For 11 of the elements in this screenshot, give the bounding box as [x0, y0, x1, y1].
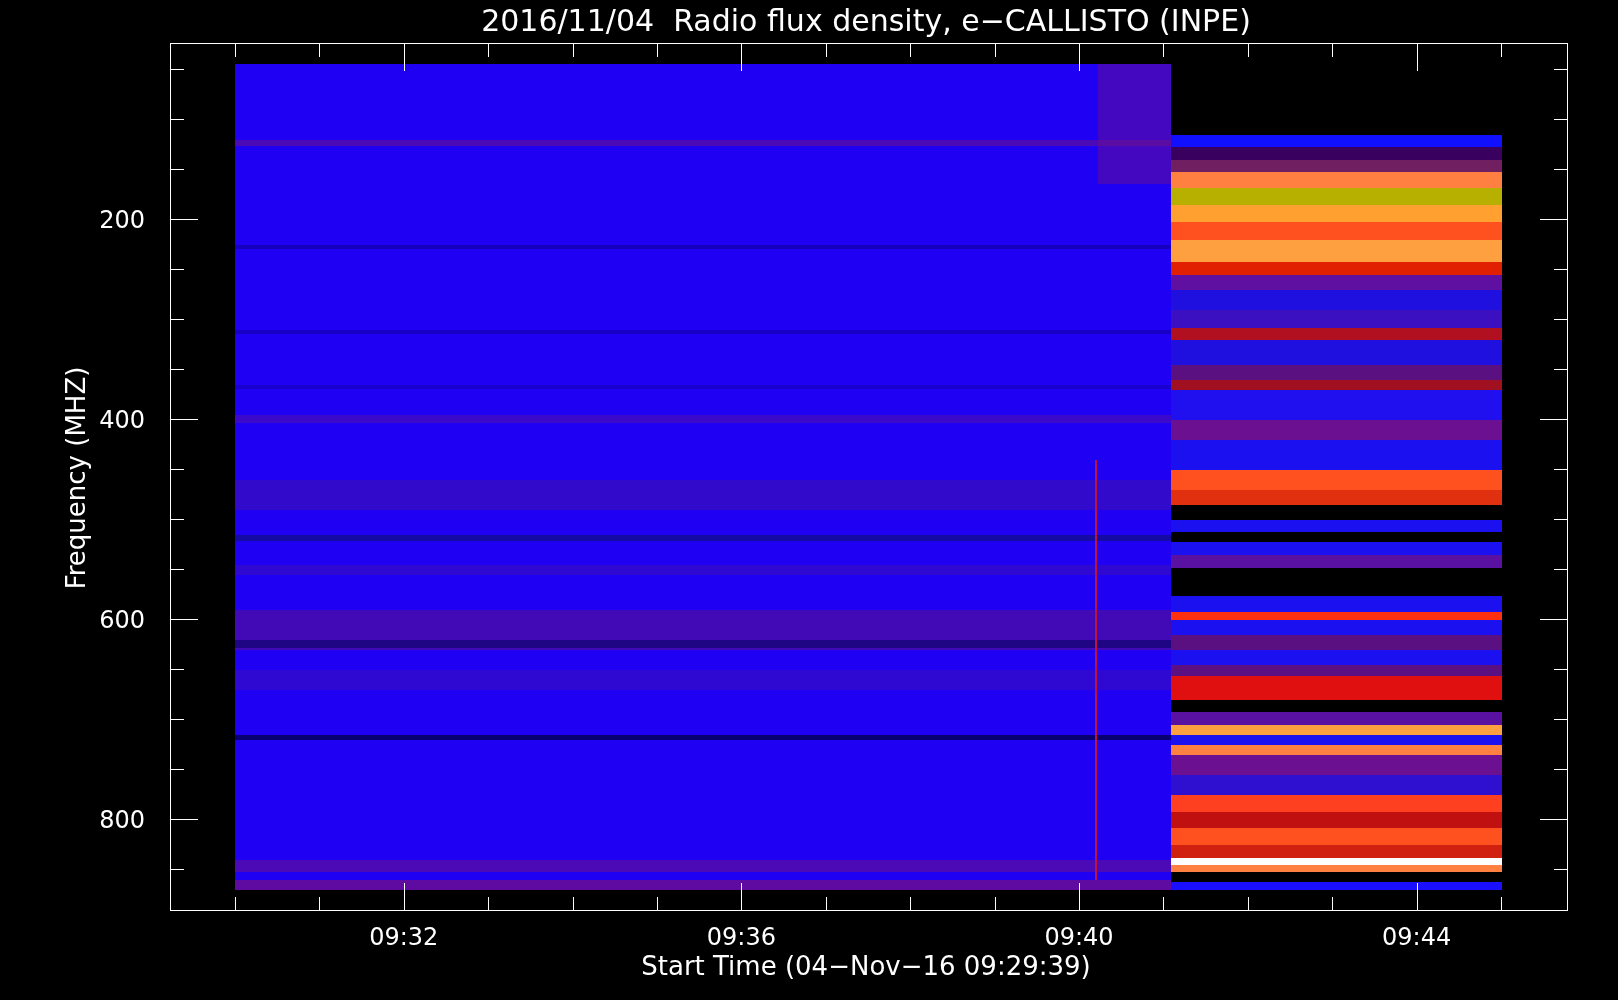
- x-axis-label: 09:32: [369, 923, 439, 951]
- x-axis-label: 09:40: [1044, 923, 1114, 951]
- y-axis-label: 400: [99, 406, 145, 434]
- y-axis-label: 200: [99, 206, 145, 234]
- x-axis-title: Start Time (04−Nov−16 09:29:39): [641, 951, 1091, 981]
- y-axis-title: Frequency (MHZ): [61, 366, 91, 590]
- x-axis-label: 09:44: [1382, 923, 1452, 951]
- x-axis-label: 09:36: [706, 923, 776, 951]
- y-axis-label: 800: [99, 806, 145, 834]
- y-axis-label: 600: [99, 606, 145, 634]
- chart-title: 2016/11/04 Radio flux density, e−CALLISTO (INPE): [481, 3, 1251, 38]
